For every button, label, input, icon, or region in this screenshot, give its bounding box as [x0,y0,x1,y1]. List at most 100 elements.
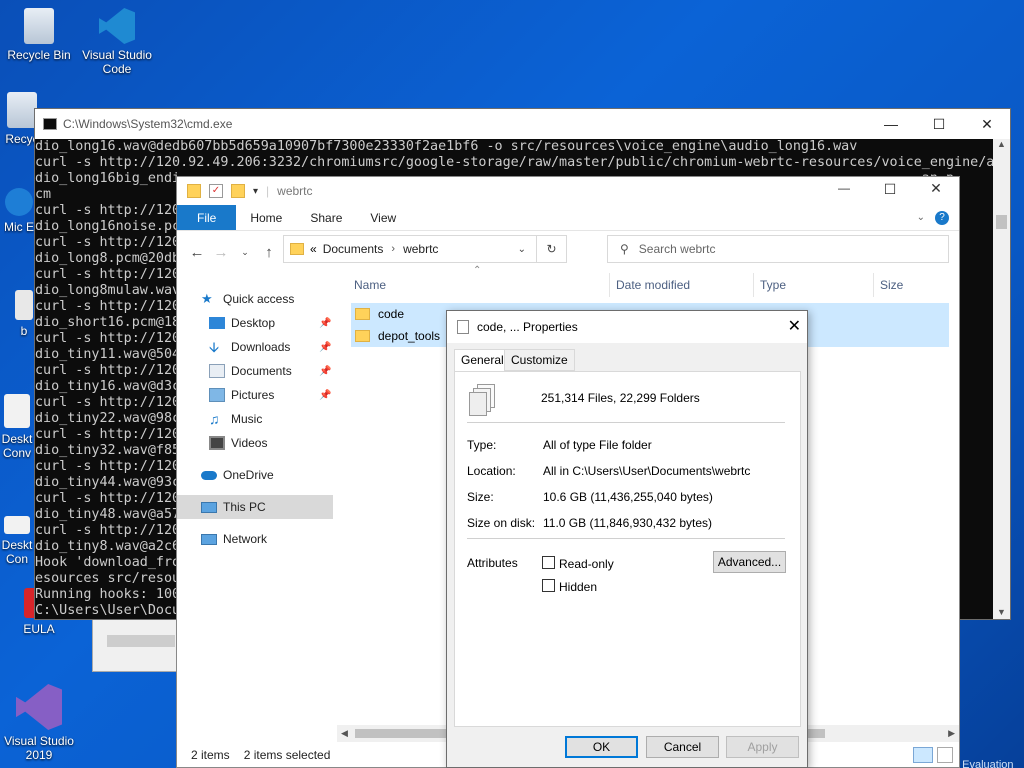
folder-icon [290,243,304,255]
chevron-right-icon[interactable]: › [391,243,395,255]
scroll-left-icon[interactable]: ◀ [341,725,348,742]
desktop-icon-desktop-con-2[interactable]: Deskt Con [0,516,34,566]
minimize-icon[interactable]: — [821,181,867,195]
maximize-icon[interactable]: ☐ [867,181,913,198]
nav-quick-access[interactable]: ★ Quick access [177,287,333,311]
explorer-title: webrtc [277,184,313,198]
close-icon[interactable]: ✕ [913,180,959,197]
desktop-icon-edge[interactable]: Mic E [4,188,34,234]
expand-ribbon-icon[interactable]: ⌄ [917,205,925,230]
advanced-button[interactable]: Advanced... [713,551,786,573]
location-label: Location: [467,464,516,478]
scroll-down-icon[interactable]: ▼ [993,607,1010,617]
pin-icon[interactable]: 📌 [319,318,331,329]
nav-pictures[interactable]: Pictures 📌 [177,383,333,407]
nav-label: Desktop [231,316,276,330]
folder-icon [187,184,201,198]
tab-file[interactable]: File [177,205,237,230]
divider [467,422,785,423]
desktop-icon-desktop-conv[interactable]: Deskt Conv [0,394,34,460]
column-date-modified[interactable]: Date modified [609,273,753,297]
desktop-icon-visual-studio-2019[interactable]: Visual Studio 2019 [2,684,76,762]
minimize-icon[interactable]: — [868,109,914,139]
tab-share[interactable]: Share [296,205,356,230]
readonly-checkbox[interactable] [542,556,555,569]
cancel-button[interactable]: Cancel [646,736,719,758]
desktop-icon-b[interactable]: b [14,290,34,338]
address-bar[interactable]: « Documents › webrtc ⌄ ↻ [283,235,567,263]
tab-general[interactable]: General [454,349,511,372]
forward-icon[interactable]: → [209,244,233,261]
properties-dialog[interactable]: code, ... Properties ✕ General Customize… [446,310,808,768]
up-icon[interactable]: ↑ [257,244,281,261]
nav-music[interactable]: ♫ Music [177,407,333,431]
apply-button[interactable]: Apply [726,736,799,758]
cloud-icon [201,470,217,480]
visual-studio-icon [16,684,62,730]
readonly-label[interactable]: Read-only [559,557,614,571]
folder-icon [355,308,370,320]
scroll-right-icon[interactable]: ▶ [948,725,955,742]
file-icon [15,290,33,320]
size-on-disk-label: Size on disk: [467,516,536,530]
nav-downloads[interactable]: 🡫 Downloads 📌 [177,335,333,359]
properties-titlebar[interactable]: code, ... Properties [447,311,807,343]
recent-locations-icon[interactable]: ⌄ [233,247,257,258]
search-input[interactable]: ⚲ Search webrtc [607,235,949,263]
nav-this-pc[interactable]: This PC [177,495,333,519]
customize-qat-icon[interactable]: ▾ [253,186,258,197]
star-icon: ★ [201,291,213,306]
pin-icon[interactable]: 📌 [319,342,331,353]
nav-network[interactable]: Network [177,527,333,551]
desktop-icon-label: b [20,324,28,338]
tab-customize[interactable]: Customize [504,349,575,371]
tab-home[interactable]: Home [236,205,296,230]
ok-button[interactable]: OK [565,736,638,758]
maximize-icon[interactable]: ☐ [916,109,962,139]
refresh-icon[interactable]: ↻ [536,236,566,262]
desktop-icon-recycle-bin[interactable]: Recycle Bin [2,8,76,62]
overflow-icon[interactable]: « [310,242,317,256]
scroll-thumb[interactable] [996,215,1007,229]
details-view-icon[interactable] [913,747,933,763]
column-name[interactable]: Name [354,273,612,297]
desktop-icon-label: Visual Studio Code [82,48,152,76]
nav-label: Pictures [231,388,275,402]
chevron-down-icon[interactable]: ⌄ [518,244,526,255]
help-icon[interactable]: ? [935,211,949,225]
breadcrumb-webrtc[interactable]: webrtc [403,242,438,256]
new-folder-icon[interactable] [231,184,245,198]
desktop-icon-label: Visual Studio 2019 [4,734,74,762]
nav-videos[interactable]: Videos [177,431,333,455]
cmd-scrollbar[interactable]: ▲ ▼ [993,139,1010,619]
back-icon[interactable]: ← [185,244,209,261]
network-icon [201,533,217,545]
desktop-icon-label: Deskt Con [1,538,33,566]
close-icon[interactable]: ✕ [964,109,1010,139]
pin-icon[interactable]: 📌 [319,390,331,401]
close-icon[interactable]: ✕ [788,316,801,336]
tab-view[interactable]: View [356,205,410,230]
nav-documents[interactable]: Documents 📌 [177,359,333,383]
cmd-line: dio_long16.wav@dedb607bb5d659a10907bf730… [35,139,858,154]
cmd-titlebar[interactable]: C:\Windows\System32\cmd.exe [35,109,1010,139]
vscode-icon [99,8,135,44]
column-type[interactable]: Type [753,273,873,297]
desktop-icon-label: Mic E [4,220,34,234]
size-on-disk-value: 11.0 GB (11,846,930,432 bytes) [543,516,713,530]
recycle-bin-icon [24,8,54,44]
nav-onedrive[interactable]: OneDrive [177,463,333,487]
location-value: All in C:\Users\User\Documents\webrtc [543,464,751,478]
properties-icon[interactable]: ✓ [209,184,223,198]
hidden-checkbox[interactable] [542,579,555,592]
pin-icon[interactable]: 📌 [319,366,331,377]
nav-desktop[interactable]: Desktop 📌 [177,311,333,335]
desktop-icon-vscode[interactable]: Visual Studio Code [80,8,154,88]
scroll-up-icon[interactable]: ▲ [993,139,1010,149]
hidden-label[interactable]: Hidden [559,580,597,594]
large-icons-view-icon[interactable] [937,747,953,763]
breadcrumb-documents[interactable]: Documents [323,242,384,256]
column-size[interactable]: Size [873,273,949,297]
nav-label: Network [223,532,268,546]
search-placeholder: Search webrtc [638,242,716,256]
